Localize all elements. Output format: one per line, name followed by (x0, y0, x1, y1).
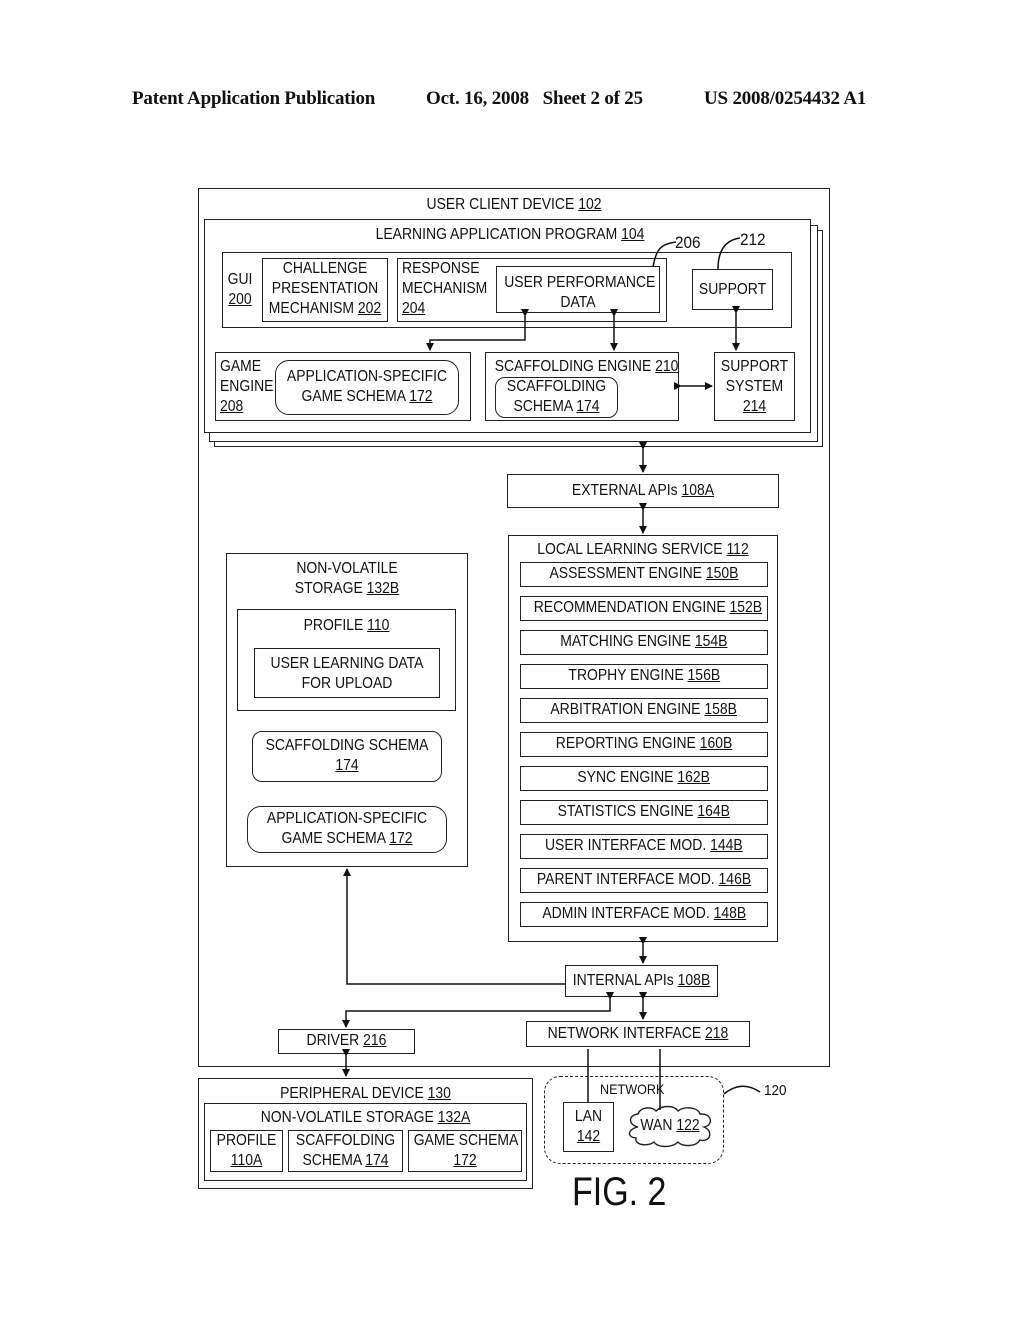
challenge-presentation-label: CHALLENGE PRESENTATION MECHANISM 202 (268, 260, 382, 317)
scaffolding-engine-label: SCAFFOLDING ENGINE 210 (494, 358, 679, 375)
module-ref: 146B (718, 871, 752, 888)
nv-storage-b-label: NON-VOLATILE STORAGE 132B (294, 560, 400, 597)
peripheral-device-label: PERIPHERAL DEVICE 130 (280, 1085, 451, 1102)
lan-label: LAN 142 (574, 1108, 603, 1145)
module-label: PARENT INTERFACE MOD. (536, 871, 715, 888)
module-row: REPORTING ENGINE 160B (520, 732, 768, 757)
module-row: RECOMMENDATION ENGINE 152B (520, 596, 768, 621)
network-interface-label: NETWORK INTERFACE 218 (547, 1025, 729, 1042)
module-label: TROPHY ENGINE (568, 667, 684, 684)
callout-206: 206 (675, 233, 701, 252)
callout-120-leader (723, 1085, 761, 1095)
module-ref: 154B (695, 633, 728, 650)
scaffolding-a-label: SCAFFOLDING SCHEMA 174 (295, 1132, 396, 1169)
module-label: STATISTICS ENGINE (557, 803, 694, 820)
module-ref: 162B (677, 769, 711, 786)
internal-apis-label: INTERNAL APIs 108B (572, 972, 711, 989)
module-ref: 148B (713, 905, 746, 922)
external-apis-label: EXTERNAL APIs 108A (571, 482, 715, 499)
module-ref: 150B (705, 565, 739, 582)
module-label: ASSESSMENT ENGINE (549, 565, 702, 582)
support-system-label: SUPPORT SYSTEM 214 (720, 358, 789, 415)
app-game-schema-label: APPLICATION-SPECIFIC GAME SCHEMA 172 (286, 368, 448, 405)
patent-number: US 2008/0254432 A1 (704, 88, 867, 109)
learning-app-label: LEARNING APPLICATION PROGRAM 104 (375, 226, 645, 243)
module-row: STATISTICS ENGINE 164B (520, 800, 768, 825)
module-row: USER INTERFACE MOD. 144B (520, 834, 768, 859)
module-label: ARBITRATION ENGINE (550, 701, 701, 718)
module-row: PARENT INTERFACE MOD. 146B (520, 868, 768, 893)
module-ref: 152B (729, 599, 763, 616)
scaffolding-schema-inner-label: SCAFFOLDING SCHEMA 174 (506, 378, 607, 415)
module-row: ARBITRATION ENGINE 158B (520, 698, 768, 723)
user-client-device-label: USER CLIENT DEVICE 102 (426, 196, 602, 213)
module-row: SYNC ENGINE 162B (520, 766, 768, 791)
module-label: USER INTERFACE MOD. (545, 837, 707, 854)
callout-212: 212 (740, 230, 766, 249)
game-engine-label: GAME ENGINE 208 (220, 358, 274, 415)
user-learning-data-label: USER LEARNING DATA FOR UPLOAD (270, 655, 424, 692)
game-schema-a-label: GAME SCHEMA 172 (413, 1132, 519, 1169)
local-learning-service-label: LOCAL LEARNING SERVICE 112 (537, 541, 749, 558)
module-row: TROPHY ENGINE 156B (520, 664, 768, 689)
publication-title: Patent Application Publication (132, 88, 376, 109)
module-label: ADMIN INTERFACE MOD. (542, 905, 710, 922)
date-sheet: Oct. 16, 2008 Sheet 2 of 25 (426, 88, 643, 109)
response-mechanism-label: RESPONSE MECHANISM 204 (402, 260, 488, 317)
wan-label: WAN 122 (640, 1117, 700, 1134)
figure-label: FIG. 2 (572, 1170, 667, 1214)
nv-storage-a-label: NON-VOLATILE STORAGE 132A (260, 1109, 471, 1126)
module-ref: 164B (697, 803, 731, 820)
scaffolding-schema-b-label: SCAFFOLDING SCHEMA 174 (265, 737, 429, 774)
support-label: SUPPORT (698, 281, 767, 298)
module-ref: 144B (710, 837, 743, 854)
network-label: NETWORK (600, 1081, 665, 1097)
callout-120: 120 (764, 1082, 787, 1099)
module-row: ADMIN INTERFACE MOD. 148B (520, 902, 768, 927)
module-ref: 160B (699, 735, 733, 752)
profile-a-label: PROFILE 110A (216, 1132, 277, 1169)
app-game-schema-b-label: APPLICATION-SPECIFIC GAME SCHEMA 172 (266, 810, 428, 847)
module-ref: 156B (687, 667, 720, 684)
module-row: ASSESSMENT ENGINE 150B (520, 562, 768, 587)
module-label: RECOMMENDATION ENGINE (533, 599, 726, 616)
module-ref: 158B (704, 701, 738, 718)
profile-110-label: PROFILE 110 (303, 617, 390, 634)
user-performance-data-label: USER PERFORMANCE DATA (504, 274, 656, 311)
module-label: SYNC ENGINE (577, 769, 674, 786)
module-row: MATCHING ENGINE 154B (520, 630, 768, 655)
gui-label: GUI 200 (227, 271, 253, 308)
module-label: MATCHING ENGINE (560, 633, 692, 650)
module-label: REPORTING ENGINE (555, 735, 696, 752)
driver-label: DRIVER 216 (306, 1032, 387, 1049)
